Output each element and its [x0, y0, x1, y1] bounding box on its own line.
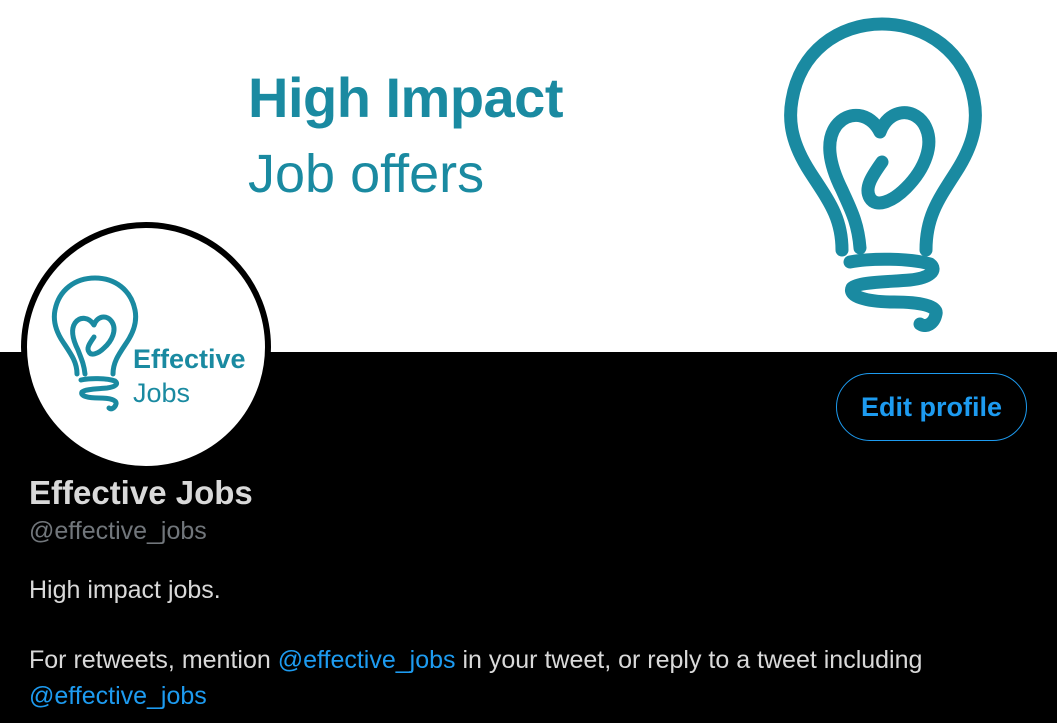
avatar-logo-text-effective: Effective [133, 344, 246, 374]
bio-spacer [29, 608, 1039, 642]
bio-text: For retweets, mention [29, 646, 278, 674]
profile-page: High Impact Job offers Effective Jobs Ed… [0, 0, 1057, 723]
lightbulb-heart-icon [51, 275, 139, 412]
profile-bio: High impact jobs. For retweets, mention … [29, 572, 1039, 714]
profile-handle: @effective_jobs [29, 517, 207, 545]
mention-link[interactable]: @effective_jobs [278, 646, 456, 674]
banner-subtitle: Job offers [248, 144, 485, 204]
lightbulb-heart-icon [784, 17, 982, 332]
bio-line-3: @effective_jobs [29, 678, 1039, 714]
banner-title: High Impact [248, 66, 563, 129]
edit-profile-button[interactable]: Edit profile [836, 373, 1027, 441]
avatar[interactable]: Effective Jobs [21, 222, 271, 472]
bio-text: in your tweet, or reply to a tweet inclu… [455, 646, 923, 674]
bio-line-1: High impact jobs. [29, 576, 221, 604]
profile-display-name: Effective Jobs [29, 474, 253, 511]
bio-line-2: For retweets, mention @effective_jobs in… [29, 642, 1039, 678]
avatar-logo-text-jobs: Jobs [133, 378, 191, 408]
mention-link[interactable]: @effective_jobs [29, 682, 207, 710]
